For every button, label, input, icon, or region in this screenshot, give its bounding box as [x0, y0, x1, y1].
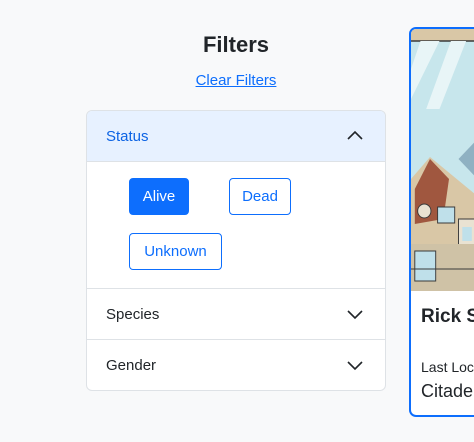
status-dead-button[interactable]: Dead: [229, 178, 291, 215]
species-header[interactable]: Species: [87, 288, 385, 339]
gender-header[interactable]: Gender: [87, 339, 385, 390]
status-options: Alive Dead Unknown: [87, 162, 385, 288]
character-card[interactable]: Rick S Last Loc Citade: [409, 27, 474, 417]
character-image: [411, 29, 474, 291]
clear-filters-link[interactable]: Clear Filters: [86, 72, 386, 89]
gender-section: Gender: [87, 339, 385, 390]
filters-title: Filters: [202, 32, 270, 57]
last-location-label: Last Loc: [421, 359, 474, 375]
gender-header-label: Gender: [106, 356, 157, 374]
status-header[interactable]: Status: [87, 111, 385, 162]
chevron-up-icon: [347, 130, 363, 140]
species-section: Species: [87, 288, 385, 339]
chevron-down-icon: [347, 310, 363, 320]
status-alive-button[interactable]: Alive: [129, 178, 189, 215]
status-unknown-button[interactable]: Unknown: [129, 233, 222, 270]
character-name: Rick S: [421, 306, 474, 327]
species-header-label: Species: [106, 305, 160, 323]
filters-accordion: Status Alive Dead Unknown Species Gender: [86, 110, 386, 391]
status-header-label: Status: [106, 127, 149, 145]
status-section: Status Alive Dead Unknown: [87, 111, 385, 288]
chevron-down-icon: [347, 361, 363, 371]
last-location-value: Citade: [421, 381, 474, 401]
